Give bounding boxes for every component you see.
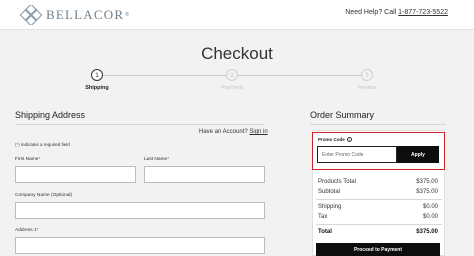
- divider: [316, 199, 442, 200]
- promo-code-input[interactable]: [317, 146, 397, 163]
- step-number: 1: [91, 69, 103, 81]
- step-shipping: 1 Shipping: [67, 69, 127, 91]
- help-phone-link[interactable]: 1-877-723-5522: [398, 9, 448, 16]
- products-total-row: Products Total $375.00: [318, 179, 438, 185]
- required-star: *: [167, 157, 170, 162]
- info-icon[interactable]: i: [346, 137, 352, 142]
- total-row: Total $375.00: [318, 229, 438, 235]
- help-label: Need Help? Call: [345, 9, 399, 16]
- shipping-address-heading: Shipping Address: [15, 110, 86, 120]
- bellacor-logo[interactable]: BELLACOR ®: [20, 5, 129, 25]
- address1-input[interactable]: [15, 237, 265, 254]
- row-value: $375.00: [416, 189, 438, 195]
- address1-label-text: Address 1: [15, 228, 37, 233]
- last-name-input[interactable]: [144, 166, 265, 183]
- row-label: Total: [318, 229, 332, 235]
- logo-wordmark: BELLACOR: [46, 7, 125, 22]
- divider: [15, 124, 265, 125]
- proceed-to-payment-button[interactable]: Proceed to Payment: [316, 243, 440, 256]
- account-prompt-text: Have an Account?: [199, 129, 250, 135]
- step-payment: 2 Payment: [202, 69, 262, 91]
- row-label: Tax: [318, 214, 328, 220]
- site-header: BELLACOR ® Need Help? Call 1-877-723-5522: [0, 0, 474, 30]
- first-name-input[interactable]: [15, 166, 136, 183]
- row-label: Products Total: [318, 179, 356, 185]
- shipping-row: Shipping $0.00: [318, 204, 438, 210]
- account-prompt: Have an Account? Sign in: [199, 129, 268, 135]
- required-field-note: (*) indicates a required field: [15, 142, 70, 147]
- apply-promo-button[interactable]: Apply: [397, 146, 439, 163]
- company-name-input[interactable]: [15, 202, 265, 219]
- company-name-label: Company Name (Optional): [15, 193, 73, 198]
- sign-in-link[interactable]: Sign in: [249, 129, 267, 135]
- step-label: Payment: [221, 85, 243, 91]
- step-review: 3 Review: [337, 69, 397, 91]
- promo-code-label-text: Promo Code: [318, 137, 345, 142]
- required-note-text: indicates a required field: [19, 142, 70, 147]
- step-label: Review: [357, 85, 377, 91]
- first-name-label-text: First Name: [15, 157, 39, 162]
- required-star: *: [36, 228, 39, 233]
- row-label: Subtotal: [318, 189, 341, 195]
- row-value: $0.00: [422, 214, 438, 220]
- order-summary-heading: Order Summary: [310, 110, 375, 120]
- row-label: Shipping: [318, 204, 342, 210]
- last-name-label-text: Last Name: [144, 157, 168, 162]
- last-name-label: Last Name*: [144, 157, 169, 162]
- page-title: Checkout: [201, 44, 273, 63]
- first-name-label: First Name*: [15, 157, 40, 162]
- step-number: 2: [226, 69, 238, 81]
- divider: [316, 224, 442, 225]
- step-number: 3: [361, 69, 373, 81]
- tax-row: Tax $0.00: [318, 214, 438, 220]
- row-value: $0.00: [422, 204, 438, 210]
- bellacor-logo-icon: [20, 5, 42, 25]
- help-contact: Need Help? Call 1-877-723-5522: [345, 9, 448, 16]
- row-value: $375.00: [416, 229, 438, 235]
- subtotal-row: Subtotal $375.00: [318, 189, 438, 195]
- address1-label: Address 1*: [15, 228, 38, 233]
- required-star: *: [38, 157, 41, 162]
- promo-code-label: Promo Code i: [318, 137, 352, 142]
- step-label: Shipping: [85, 85, 109, 91]
- row-value: $375.00: [416, 179, 438, 185]
- divider: [310, 124, 446, 125]
- trademark-symbol: ®: [125, 12, 129, 18]
